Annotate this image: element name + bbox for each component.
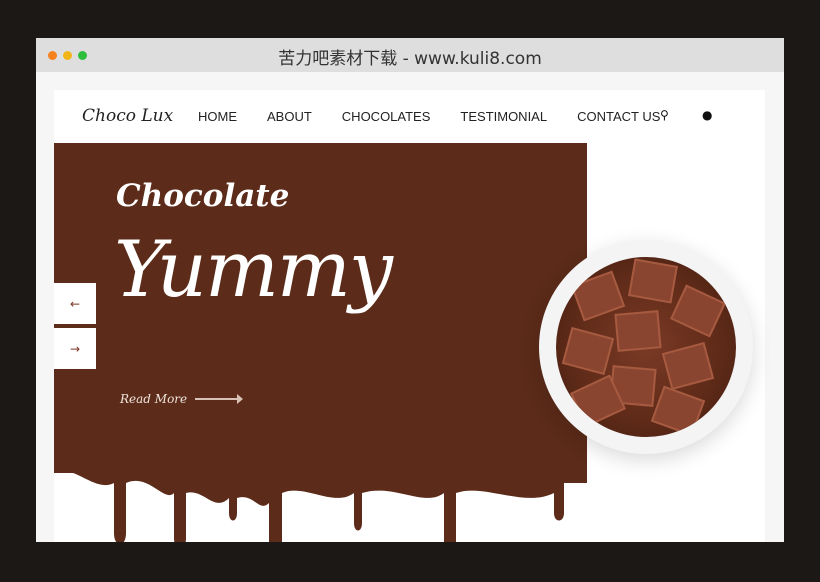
search-icon[interactable]: ⚲ [660,108,669,122]
main-nav: HOME ABOUT CHOCOLATES TESTIMONIAL CONTAC… [198,109,660,124]
title-bar: 苦力吧素材下载 - www.kuli8.com [36,38,784,72]
hero-subtitle: Chocolate [116,178,290,214]
next-slide-button[interactable]: → [54,328,96,369]
browser-window: 苦力吧素材下载 - www.kuli8.com Choco Lux HOME A… [36,38,784,542]
chocolate-bowl-image [539,240,753,454]
nav-testimonial[interactable]: TESTIMONIAL [460,109,547,124]
read-more-link[interactable]: Read More [120,392,244,406]
logo[interactable]: Choco Lux [82,106,173,126]
nav-chocolates[interactable]: CHOCOLATES [342,109,431,124]
page: Choco Lux HOME ABOUT CHOCOLATES TESTIMON… [54,90,765,542]
nav-contact[interactable]: CONTACT US [577,109,660,124]
read-more-label: Read More [120,392,188,406]
hero-title: Yummy [114,225,393,315]
window-title: 苦力吧素材下载 - www.kuli8.com [278,49,542,69]
prev-slide-button[interactable]: ← [54,283,96,324]
nav-about[interactable]: ABOUT [267,109,312,124]
chocolate-drips [54,453,587,542]
user-icon[interactable]: ● [702,108,712,122]
nav-home[interactable]: HOME [198,109,237,124]
arrow-right-icon [195,394,244,404]
